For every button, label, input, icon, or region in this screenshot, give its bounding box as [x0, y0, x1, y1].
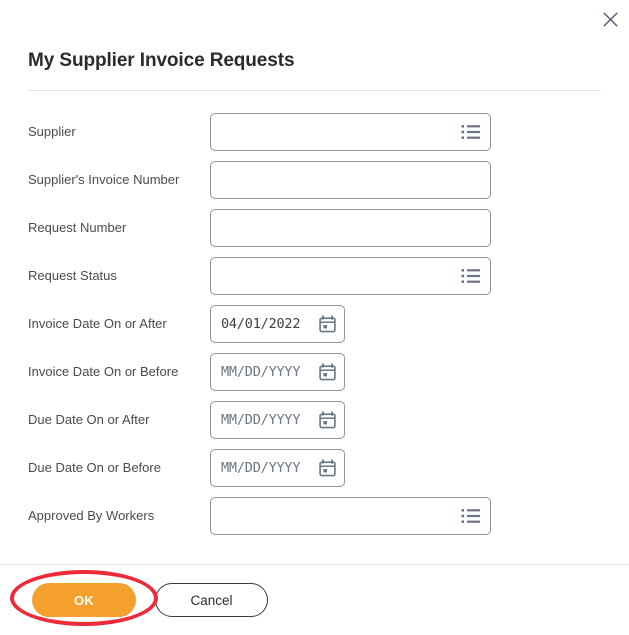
- form-row-supplier: Supplier: [0, 108, 629, 156]
- form-row-suppliers-invoice-number: Supplier's Invoice Number: [0, 156, 629, 204]
- form-row-due-date-on-or-before: Due Date On or Before MM/DD/YYYY: [0, 444, 629, 492]
- label-supplier: Supplier: [28, 124, 76, 139]
- due-date-on-or-after-input[interactable]: MM/DD/YYYY: [210, 401, 345, 439]
- label-invoice-date-on-or-after: Invoice Date On or After: [28, 316, 167, 331]
- close-button[interactable]: [596, 5, 624, 33]
- prompt-list-icon[interactable]: [461, 498, 481, 534]
- form-row-due-date-on-or-after: Due Date On or After MM/DD/YYYY: [0, 396, 629, 444]
- prompt-list-icon[interactable]: [461, 114, 481, 150]
- calendar-icon[interactable]: [319, 459, 336, 477]
- request-number-input[interactable]: [210, 209, 491, 247]
- invoice-date-on-or-before-placeholder: MM/DD/YYYY: [221, 364, 301, 380]
- form-row-invoice-date-on-or-before: Invoice Date On or Before MM/DD/YYYY: [0, 348, 629, 396]
- invoice-date-on-or-after-input[interactable]: 04/01/2022: [210, 305, 345, 343]
- due-date-on-or-before-placeholder: MM/DD/YYYY: [221, 460, 301, 476]
- invoice-date-on-or-after-value: 04/01/2022: [221, 316, 301, 332]
- label-approved-by-workers: Approved By Workers: [28, 508, 155, 523]
- form-row-request-status: Request Status: [0, 252, 629, 300]
- page-title: My Supplier Invoice Requests: [28, 50, 295, 71]
- approved-by-workers-input[interactable]: [210, 497, 491, 535]
- request-status-input[interactable]: [210, 257, 491, 295]
- calendar-icon[interactable]: [319, 363, 336, 381]
- calendar-icon[interactable]: [319, 315, 336, 333]
- label-request-number: Request Number: [28, 220, 127, 235]
- suppliers-invoice-number-input[interactable]: [210, 161, 491, 199]
- due-date-on-or-before-input[interactable]: MM/DD/YYYY: [210, 449, 345, 487]
- form-row-invoice-date-on-or-after: Invoice Date On or After 04/01/2022: [0, 300, 629, 348]
- label-suppliers-invoice-number: Supplier's Invoice Number: [28, 172, 180, 187]
- title-divider: [28, 90, 601, 91]
- label-due-date-on-or-before: Due Date On or Before: [28, 460, 161, 475]
- label-invoice-date-on-or-before: Invoice Date On or Before: [28, 364, 179, 379]
- label-due-date-on-or-after: Due Date On or After: [28, 412, 150, 427]
- due-date-on-or-after-placeholder: MM/DD/YYYY: [221, 412, 301, 428]
- form-row-approved-by-workers: Approved By Workers: [0, 492, 629, 540]
- prompt-list-icon[interactable]: [461, 258, 481, 294]
- invoice-date-on-or-before-input[interactable]: MM/DD/YYYY: [210, 353, 345, 391]
- cancel-button[interactable]: Cancel: [155, 583, 268, 617]
- ok-button[interactable]: OK: [32, 583, 136, 617]
- supplier-input[interactable]: [210, 113, 491, 151]
- dialog-footer: OK Cancel: [0, 565, 629, 635]
- close-icon: [603, 12, 618, 27]
- label-request-status: Request Status: [28, 268, 117, 283]
- calendar-icon[interactable]: [319, 411, 336, 429]
- form-row-request-number: Request Number: [0, 204, 629, 252]
- filter-form: Supplier Supplier's Invoice Number Reque…: [0, 108, 629, 540]
